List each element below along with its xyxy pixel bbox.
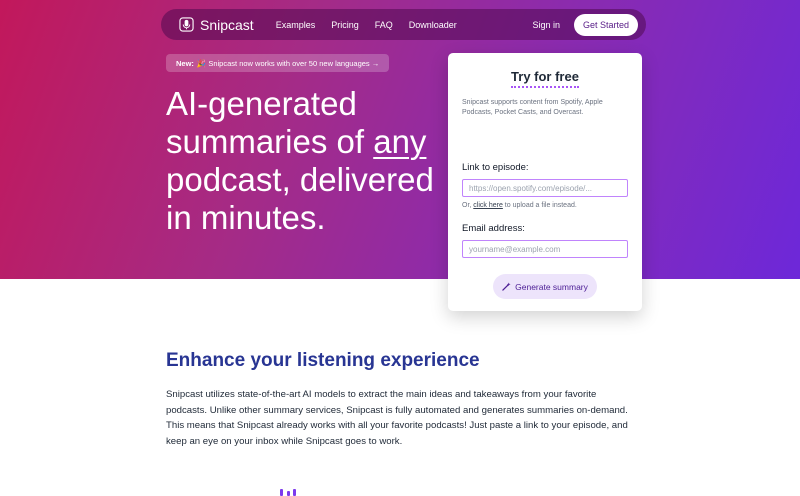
headline-line-4: in minutes. bbox=[166, 199, 326, 236]
top-navbar: Snipcast Examples Pricing FAQ Downloader… bbox=[161, 9, 646, 40]
sign-in-link[interactable]: Sign in bbox=[532, 20, 560, 30]
email-label: Email address: bbox=[462, 223, 525, 234]
headline-line-2: summaries of bbox=[166, 123, 374, 160]
episode-placeholder: https://open.spotify.com/episode/... bbox=[469, 183, 593, 193]
episode-label: Link to episode: bbox=[462, 162, 529, 173]
nav-link-faq[interactable]: FAQ bbox=[375, 20, 393, 30]
generate-summary-button[interactable]: Generate summary bbox=[493, 274, 597, 299]
partial-illustration-icon bbox=[280, 489, 296, 496]
card-description: Snipcast supports content from Spotify, … bbox=[462, 99, 603, 116]
card-title: Try for free bbox=[462, 69, 628, 88]
magic-wand-icon bbox=[502, 282, 511, 291]
generate-summary-label: Generate summary bbox=[515, 281, 588, 292]
try-free-card: Try for free Snipcast supports content f… bbox=[448, 53, 642, 311]
nav-link-downloader[interactable]: Downloader bbox=[409, 20, 457, 30]
brand-logo[interactable]: Snipcast bbox=[179, 17, 254, 33]
headline-emphasis: any bbox=[373, 123, 427, 160]
announcement-text: 🎉 Snipcast now works with over 50 new la… bbox=[196, 58, 380, 68]
headline-line-3: podcast, delivered bbox=[166, 161, 434, 198]
nav-link-examples[interactable]: Examples bbox=[276, 20, 316, 30]
email-placeholder: yourname@example.com bbox=[469, 244, 561, 254]
get-started-button[interactable]: Get Started bbox=[573, 13, 638, 36]
upload-file-link[interactable]: click here bbox=[473, 202, 503, 209]
snipcast-logo-icon bbox=[179, 17, 194, 32]
headline-line-1: AI-generated bbox=[166, 85, 357, 122]
section-title: Enhance your listening experience bbox=[166, 350, 480, 371]
brand-name: Snipcast bbox=[200, 16, 254, 33]
email-input[interactable]: yourname@example.com bbox=[462, 240, 628, 258]
announcement-banner[interactable]: New: 🎉 Snipcast now works with over 50 n… bbox=[166, 54, 390, 72]
section-body: Snipcast utilizes state-of-the-art AI mo… bbox=[166, 389, 628, 447]
announcement-badge: New: bbox=[176, 58, 194, 68]
upload-note: Or, click here to upload a file instead. bbox=[462, 202, 577, 209]
nav-link-pricing[interactable]: Pricing bbox=[331, 20, 359, 30]
episode-link-input[interactable]: https://open.spotify.com/episode/... bbox=[462, 179, 628, 197]
hero-headline: AI-generated summaries of any podcast, d… bbox=[166, 85, 436, 237]
